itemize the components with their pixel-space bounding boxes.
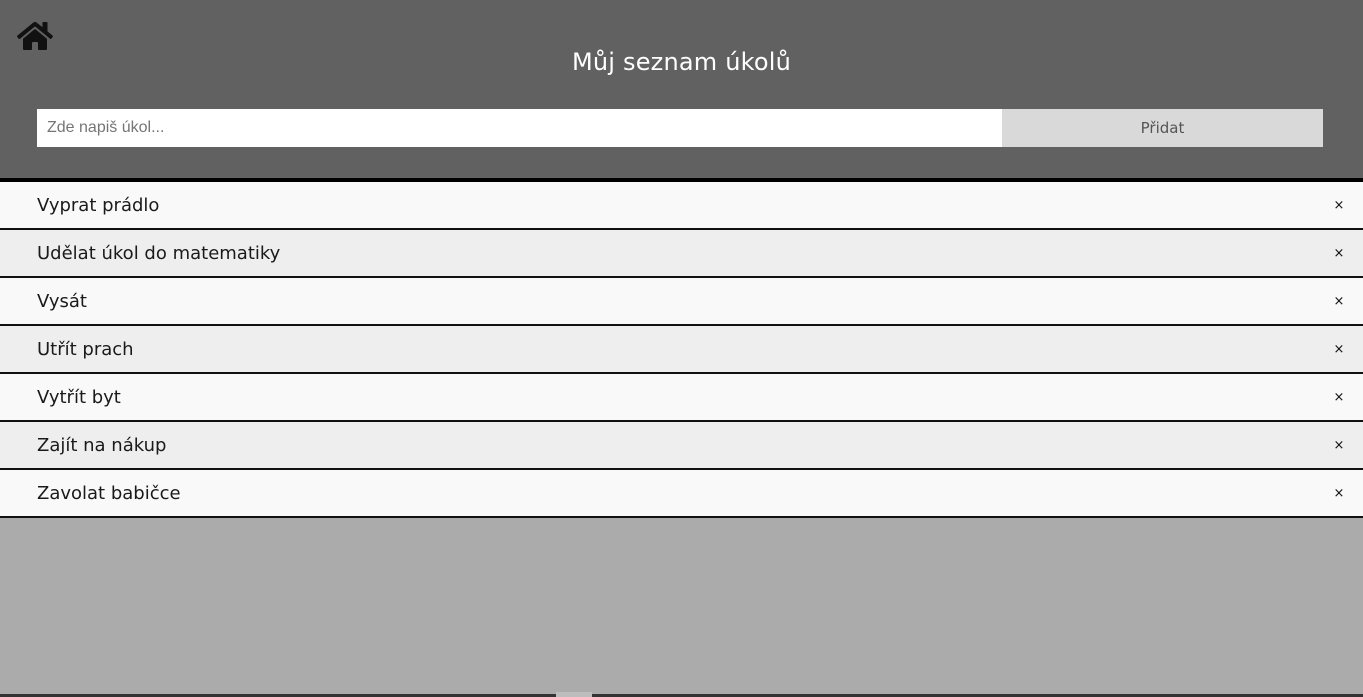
task-item[interactable]: Vyprat prádlo × xyxy=(0,182,1363,230)
task-item[interactable]: Udělat úkol do matematiky × xyxy=(0,230,1363,278)
task-label: Zajít na nákup xyxy=(37,434,167,456)
task-item[interactable]: Zavolat babičce × xyxy=(0,470,1363,518)
task-label: Zavolat babičce xyxy=(37,482,181,504)
close-icon[interactable]: × xyxy=(1333,294,1345,309)
task-item[interactable]: Zajít na nákup × xyxy=(0,422,1363,470)
header: Můj seznam úkolů Přidat xyxy=(0,0,1363,178)
add-button[interactable]: Přidat xyxy=(1002,109,1323,147)
close-icon[interactable]: × xyxy=(1333,486,1345,501)
close-icon[interactable]: × xyxy=(1333,342,1345,357)
close-icon[interactable]: × xyxy=(1333,198,1345,213)
bottom-handle xyxy=(556,692,592,697)
task-label: Utřít prach xyxy=(37,338,134,360)
task-item[interactable]: Utřít prach × xyxy=(0,326,1363,374)
close-icon[interactable]: × xyxy=(1333,438,1345,453)
close-icon[interactable]: × xyxy=(1333,246,1345,261)
add-task-form: Přidat xyxy=(37,109,1323,147)
task-item[interactable]: Vytřít byt × xyxy=(0,374,1363,422)
task-list: Vyprat prádlo × Udělat úkol do matematik… xyxy=(0,182,1363,518)
task-label: Vytřít byt xyxy=(37,386,121,408)
close-icon[interactable]: × xyxy=(1333,390,1345,405)
task-input[interactable] xyxy=(37,109,1002,147)
task-label: Vyprat prádlo xyxy=(37,194,160,216)
task-label: Udělat úkol do matematiky xyxy=(37,242,281,264)
page-title: Můj seznam úkolů xyxy=(571,48,792,76)
task-label: Vysát xyxy=(37,290,87,312)
task-item[interactable]: Vysát × xyxy=(0,278,1363,326)
